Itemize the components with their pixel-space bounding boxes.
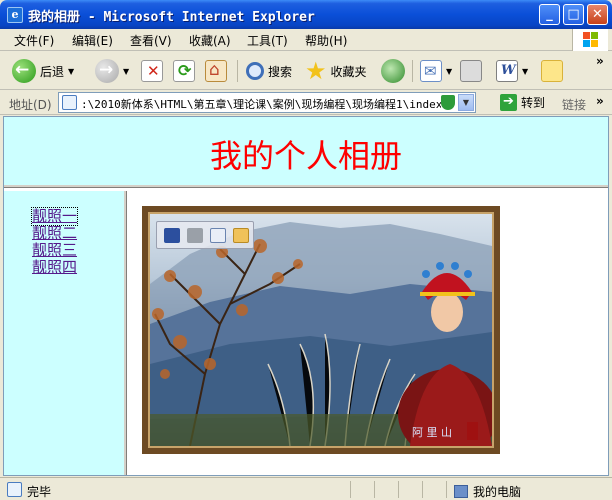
print-button[interactable] bbox=[460, 57, 482, 85]
title-bar: e 我的相册 - Microsoft Internet Explorer _ □… bbox=[0, 0, 612, 29]
star-icon: ★ bbox=[305, 57, 327, 85]
page-icon bbox=[62, 95, 77, 110]
mail-button[interactable]: ✉ ▼ bbox=[420, 57, 452, 85]
search-label: 搜索 bbox=[268, 64, 293, 79]
back-dropdown-icon[interactable]: ▼ bbox=[68, 67, 74, 76]
discuss-button[interactable] bbox=[541, 57, 563, 85]
favorites-button[interactable]: ★ 收藏夹 bbox=[305, 57, 367, 85]
print-icon bbox=[460, 60, 482, 82]
svg-text:阿 里 山: 阿 里 山 bbox=[412, 426, 452, 439]
menu-edit[interactable]: 编辑(E) bbox=[72, 32, 113, 49]
address-dropdown-icon[interactable]: ▼ bbox=[458, 94, 474, 111]
security-zone: 我的电脑 bbox=[454, 483, 521, 500]
toolbar-separator bbox=[237, 60, 238, 82]
search-button[interactable]: 搜索 bbox=[246, 57, 292, 85]
image-toolbar bbox=[156, 221, 254, 249]
go-arrow-icon: ➔ bbox=[500, 94, 517, 111]
back-button[interactable]: 后退 ▼ bbox=[12, 57, 74, 85]
mail-icon: ✉ bbox=[420, 60, 442, 82]
home-button[interactable]: ⌂ bbox=[205, 57, 227, 85]
menu-bar: 文件(F) 编辑(E) 查看(V) 收藏(A) 工具(T) 帮助(H) bbox=[0, 29, 612, 51]
home-icon: ⌂ bbox=[205, 60, 227, 82]
sticky-note-icon bbox=[541, 60, 563, 82]
shield-icon bbox=[441, 95, 455, 110]
favorites-label: 收藏夹 bbox=[330, 64, 367, 79]
page-heading: 我的个人相册 bbox=[209, 137, 402, 175]
back-label: 后退 bbox=[40, 64, 65, 79]
print-icon[interactable] bbox=[187, 228, 203, 243]
status-bar: 完毕 我的电脑 bbox=[0, 477, 612, 500]
menu-help[interactable]: 帮助(H) bbox=[305, 32, 347, 49]
back-arrow-icon bbox=[12, 59, 36, 83]
menu-tools[interactable]: 工具(T) bbox=[247, 32, 288, 49]
header-frame: 我的个人相册 bbox=[4, 117, 608, 188]
window-title: 我的相册 - Microsoft Internet Explorer bbox=[28, 10, 315, 25]
address-bar: 地址(D) :\2010新体系\HTML\第五章\理论课\案例\现场编程\现场编… bbox=[0, 91, 612, 115]
zone-label: 我的电脑 bbox=[473, 485, 522, 499]
word-icon: W bbox=[496, 60, 518, 82]
search-icon bbox=[246, 62, 264, 80]
refresh-icon: ⟳ bbox=[173, 60, 195, 82]
refresh-button[interactable]: ⟳ bbox=[173, 57, 195, 85]
address-value[interactable]: :\2010新体系\HTML\第五章\理论课\案例\现场编程\现场编程1\ind… bbox=[81, 96, 441, 112]
photo-link-4[interactable]: 靓照四 bbox=[32, 259, 77, 276]
maximize-button[interactable]: □ bbox=[563, 4, 584, 25]
photo-image: 阿 里 山 bbox=[150, 214, 492, 446]
mail-icon[interactable] bbox=[210, 228, 226, 243]
menu-favorites[interactable]: 收藏(A) bbox=[189, 32, 231, 49]
photo-link-1[interactable]: 靓照一 bbox=[30, 207, 79, 226]
ie-icon: e bbox=[7, 7, 23, 23]
photo-frame: 阿 里 山 bbox=[142, 206, 500, 454]
address-label: 地址(D) bbox=[9, 98, 52, 112]
nav-frame: 靓照一 靓照二 靓照三 靓照四 bbox=[4, 191, 127, 475]
mail-dropdown-icon[interactable]: ▼ bbox=[446, 67, 452, 76]
menu-file[interactable]: 文件(F) bbox=[14, 32, 54, 49]
page-content: 我的个人相册 靓照一 靓照二 靓照三 靓照四 阿 里 山 bbox=[3, 116, 609, 476]
address-input[interactable]: :\2010新体系\HTML\第五章\理论课\案例\现场编程\现场编程1\ind… bbox=[58, 92, 476, 113]
menu-view[interactable]: 查看(V) bbox=[130, 32, 172, 49]
edit-dropdown-icon[interactable]: ▼ bbox=[522, 67, 528, 76]
links-label[interactable]: 链接 bbox=[562, 96, 586, 113]
toolbar-overflow[interactable]: » bbox=[596, 54, 604, 68]
status-divider bbox=[422, 481, 423, 498]
toolbar: 后退 ▼ ▼ ✕ ⟳ ⌂ 搜索 ★ 收藏夹 ✉ ▼ bbox=[0, 52, 612, 90]
status-divider bbox=[446, 481, 447, 498]
folder-icon[interactable] bbox=[233, 228, 249, 243]
links-overflow[interactable]: » bbox=[596, 94, 604, 108]
history-icon bbox=[381, 59, 405, 83]
close-button[interactable]: ✕ bbox=[587, 4, 608, 25]
windows-flag-icon bbox=[583, 32, 599, 48]
stop-button[interactable]: ✕ bbox=[141, 57, 163, 85]
status-divider bbox=[374, 481, 375, 498]
go-label: 转到 bbox=[521, 96, 546, 110]
main-frame: 阿 里 山 bbox=[130, 191, 608, 475]
toolbar-separator bbox=[412, 60, 413, 82]
computer-icon bbox=[454, 485, 468, 498]
windows-logo bbox=[572, 29, 608, 51]
status-divider bbox=[398, 481, 399, 498]
photo-link-3[interactable]: 靓照三 bbox=[32, 242, 77, 259]
forward-button[interactable]: ▼ bbox=[95, 57, 129, 85]
save-icon[interactable] bbox=[164, 228, 180, 243]
minimize-button[interactable]: _ bbox=[539, 4, 560, 25]
forward-arrow-icon bbox=[95, 59, 119, 83]
go-button[interactable]: ➔ 转到 bbox=[500, 94, 545, 111]
stop-icon: ✕ bbox=[141, 60, 163, 82]
photo-link-2[interactable]: 靓照二 bbox=[32, 225, 77, 242]
page-status-icon bbox=[7, 482, 22, 497]
status-divider bbox=[350, 481, 351, 498]
forward-dropdown-icon[interactable]: ▼ bbox=[123, 67, 129, 76]
status-text: 完毕 bbox=[27, 485, 52, 499]
edit-button[interactable]: W ▼ bbox=[496, 57, 528, 85]
history-button[interactable] bbox=[381, 57, 405, 85]
